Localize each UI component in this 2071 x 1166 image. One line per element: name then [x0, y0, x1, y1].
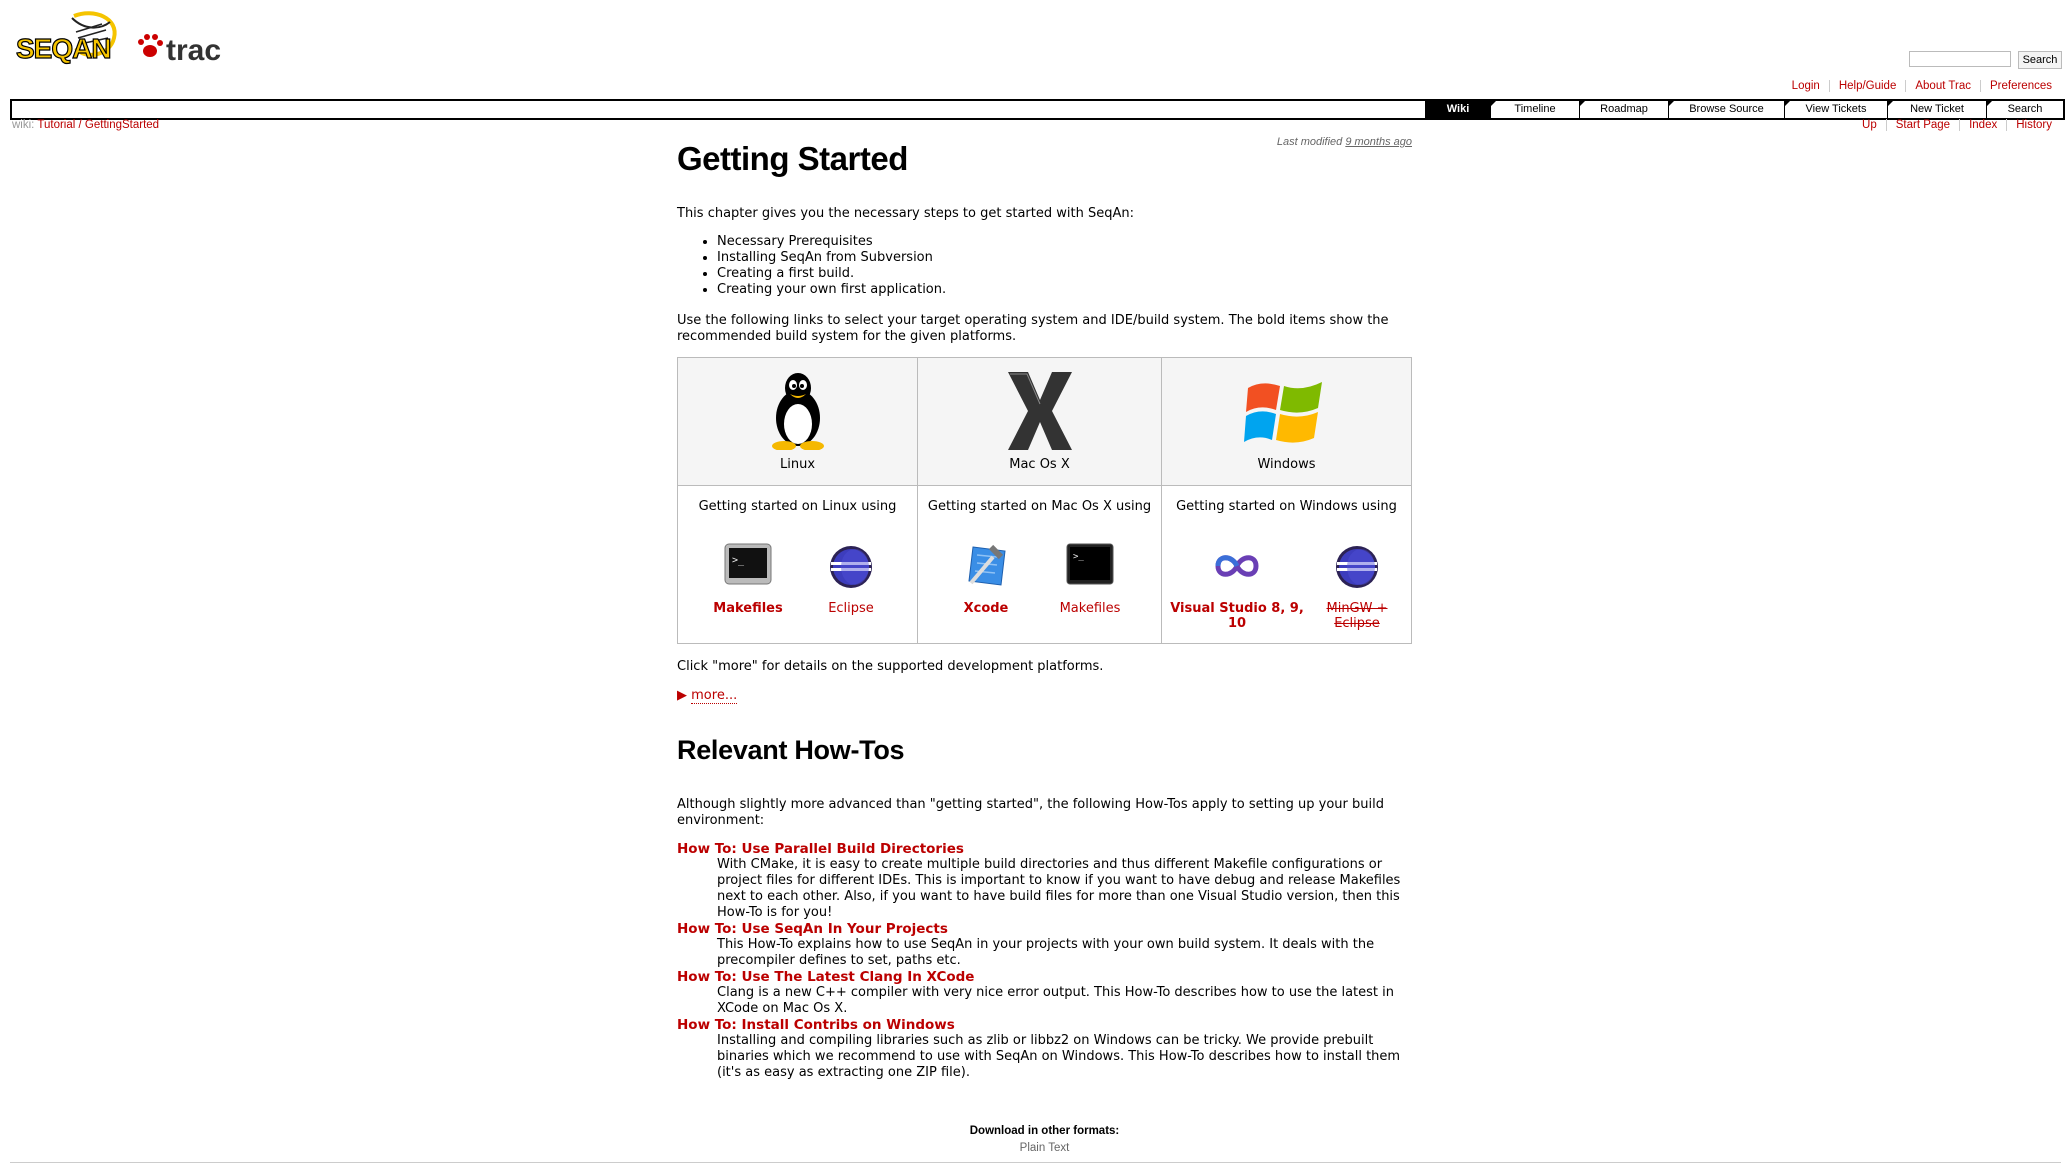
howto-clang-xcode-link[interactable]: How To: Use The Latest Clang In XCode: [677, 969, 974, 985]
platform-header-macosx: Mac Os X: [918, 358, 1161, 486]
mingw-eclipse-link[interactable]: MinGW + Eclipse: [1312, 601, 1402, 631]
howtos-intro-text: Although slightly more advanced than "ge…: [677, 797, 1384, 828]
prerequisites-list: Necessary Prerequisites Installing SeqAn…: [677, 234, 946, 298]
last-modified-link[interactable]: 9 months ago: [1345, 136, 1412, 148]
howto-parallel-build-link[interactable]: How To: Use Parallel Build Directories: [677, 841, 964, 857]
tab-timeline[interactable]: Timeline: [1490, 101, 1579, 118]
more-note-text: Click "more" for details on the supporte…: [677, 659, 1104, 674]
main-navigation: Wiki Timeline Roadmap Browse Source View…: [10, 99, 2065, 120]
footer-divider: [10, 1162, 2061, 1163]
index-link[interactable]: Index: [1959, 119, 2006, 131]
download-label: Download in other formats:: [969, 1125, 1120, 1137]
platform-intro-macosx: Getting started on Mac Os X using: [927, 499, 1152, 514]
terminal-icon[interactable]: >_: [724, 543, 772, 587]
platform-column-windows: Windows Getting started on Windows using…: [1162, 358, 1411, 643]
search-input[interactable]: [1909, 51, 2011, 67]
howto-clang-xcode-desc: Clang is a new C++ compiler with very ni…: [717, 985, 1394, 1016]
platform-header-windows: Windows: [1162, 358, 1411, 486]
xcode-icon[interactable]: [963, 543, 1011, 589]
howto-seqan-projects-desc: This How-To explains how to use SeqAn in…: [717, 937, 1375, 968]
eclipse-link[interactable]: Eclipse: [806, 601, 896, 616]
mac-os-x-icon[interactable]: [1006, 370, 1074, 452]
svg-text:>_: >_: [732, 555, 745, 566]
platform-column-linux: Linux Getting started on Linux using >_ …: [678, 358, 918, 643]
breadcrumb-prefix: wiki:: [12, 119, 35, 131]
svg-text:>_: >_: [1073, 552, 1084, 562]
howto-parallel-build-desc: With CMake, it is easy to create multipl…: [717, 857, 1401, 920]
search-button[interactable]: Search: [2018, 51, 2062, 69]
visual-studio-icon[interactable]: [1212, 551, 1262, 581]
xcode-link[interactable]: Xcode: [941, 601, 1031, 616]
list-item: Creating a first build.: [717, 266, 946, 282]
download-formats: Download in other formats: Plain Text: [677, 1123, 1412, 1156]
plain-text-link[interactable]: Plain Text: [677, 1140, 1412, 1156]
breadcrumb-tutorial-link[interactable]: Tutorial: [37, 119, 75, 131]
tux-penguin-icon[interactable]: [768, 370, 828, 450]
visual-studio-link[interactable]: Visual Studio 8, 9, 10: [1164, 601, 1310, 631]
more-link[interactable]: more...: [691, 688, 738, 704]
windows-logo-icon[interactable]: [1244, 374, 1324, 448]
list-item: Creating your own first application.: [717, 282, 946, 298]
intro-text: This chapter gives you the necessary ste…: [677, 206, 1134, 221]
breadcrumb-separator: /: [78, 119, 82, 131]
meta-navigation: Login Help/Guide About Trac Preferences: [1783, 80, 2061, 92]
howto-contribs-windows-link[interactable]: How To: Install Contribs on Windows: [677, 1017, 955, 1033]
tab-roadmap[interactable]: Roadmap: [1579, 101, 1668, 118]
last-modified: Last modified 9 months ago: [1277, 134, 1412, 150]
context-navigation: Up Start Page Index History: [1853, 119, 2061, 131]
makefiles-link[interactable]: Makefiles: [703, 601, 793, 616]
about-trac-link[interactable]: About Trac: [1905, 80, 1980, 92]
tab-search[interactable]: Search: [1986, 101, 2063, 118]
tab-new-ticket[interactable]: New Ticket: [1887, 101, 1986, 118]
triangle-right-icon[interactable]: ▶: [677, 688, 687, 703]
preferences-link[interactable]: Preferences: [1979, 80, 2061, 92]
paw-icon: [138, 34, 163, 57]
help-guide-link[interactable]: Help/Guide: [1828, 80, 1906, 92]
makefiles-link[interactable]: Makefiles: [1045, 601, 1135, 616]
os-name-linux[interactable]: Linux: [678, 457, 917, 473]
tab-view-tickets[interactable]: View Tickets: [1784, 101, 1887, 118]
history-link[interactable]: History: [2006, 119, 2061, 131]
howtos-heading: Relevant How-Tos: [677, 735, 905, 765]
platform-header-linux: Linux: [678, 358, 917, 486]
platform-intro-windows: Getting started on Windows using: [1176, 499, 1397, 514]
last-modified-label: Last modified: [1276, 136, 1343, 148]
logo-trac-text: trac: [166, 34, 221, 67]
terminal-icon[interactable]: >_: [1066, 543, 1114, 587]
eclipse-icon[interactable]: [1335, 545, 1379, 589]
start-page-link[interactable]: Start Page: [1885, 119, 1959, 131]
more-toggle[interactable]: ▶ more...: [677, 688, 1412, 704]
breadcrumb: wiki: Tutorial / GettingStarted: [12, 119, 159, 131]
tab-wiki[interactable]: Wiki: [1425, 101, 1490, 118]
seqan-trac-logo[interactable]: SEQAN trac: [14, 8, 234, 80]
os-name-macosx[interactable]: Mac Os X: [918, 457, 1161, 473]
page-title: Getting Started: [677, 140, 908, 177]
os-name-windows[interactable]: Windows: [1162, 457, 1411, 473]
list-item: Necessary Prerequisites: [717, 234, 946, 250]
howto-contribs-windows-desc: Installing and compiling libraries such …: [717, 1033, 1401, 1080]
up-link[interactable]: Up: [1853, 119, 1886, 131]
eclipse-icon[interactable]: [829, 545, 873, 589]
links-intro-text: Use the following links to select your t…: [677, 313, 1389, 344]
logo-seqan-text: SEQAN: [16, 33, 111, 64]
breadcrumb-gettingstarted-link[interactable]: GettingStarted: [85, 119, 159, 131]
tab-browse-source[interactable]: Browse Source: [1668, 101, 1784, 118]
platform-table: Linux Getting started on Linux using >_ …: [677, 357, 1412, 644]
login-link[interactable]: Login: [1783, 80, 1829, 92]
platform-intro-linux: Getting started on Linux using: [698, 499, 897, 514]
howto-seqan-projects-link[interactable]: How To: Use SeqAn In Your Projects: [677, 921, 948, 937]
list-item: Installing SeqAn from Subversion: [717, 250, 946, 266]
platform-column-macosx: Mac Os X Getting started on Mac Os X usi…: [918, 358, 1162, 643]
